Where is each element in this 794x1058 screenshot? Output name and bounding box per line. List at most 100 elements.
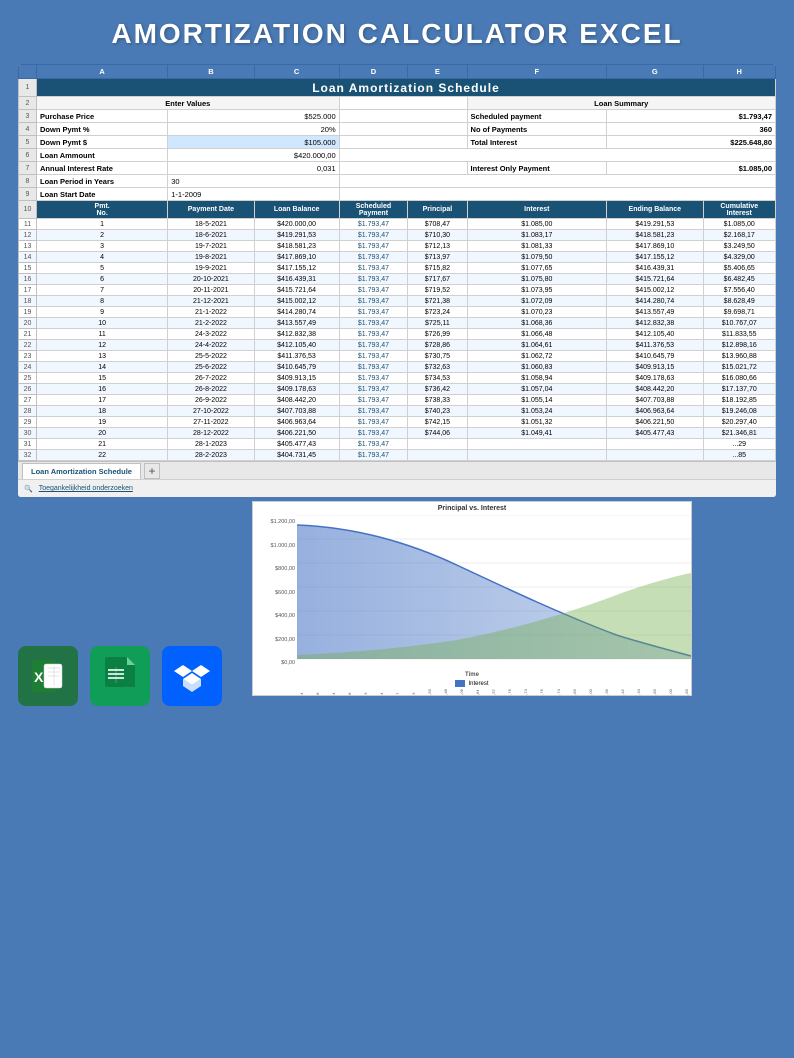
cell-32-4 [408, 450, 467, 461]
cell-30-4: $744,06 [408, 428, 467, 439]
excel-icon[interactable]: X [18, 646, 78, 706]
value-start-date[interactable]: 1-1-2009 [168, 188, 339, 201]
cell-14-3: $1.793,47 [339, 252, 408, 263]
cell-24-7: $15.021,72 [703, 362, 776, 373]
cell-16-5: $1.075,80 [467, 274, 607, 285]
value-purchase-price[interactable]: $525.000 [168, 110, 339, 123]
cell-15-1: 19-9-2021 [168, 263, 254, 274]
label-down-pct: Down Pymt % [37, 123, 168, 136]
row-num-28: 28 [19, 406, 37, 417]
row-4: 4 [19, 123, 37, 136]
cell-30-3: $1.793,47 [339, 428, 408, 439]
cell-11-0: 1 [37, 219, 168, 230]
cell-22-7: $12.898,16 [703, 340, 776, 351]
cell-11-3: $1.793,47 [339, 219, 408, 230]
cell-14-7: $4.329,00 [703, 252, 776, 263]
col-header-b[interactable]: B [168, 65, 254, 79]
cell-27-2: $408.442,20 [254, 395, 339, 406]
accessibility-text[interactable]: 🔍 [24, 485, 33, 493]
row-num-17: 17 [19, 285, 37, 296]
label-num-payments: No of Payments [467, 123, 607, 136]
chart-title: Principal vs. Interest [253, 502, 691, 515]
col-header-c[interactable]: C [254, 65, 339, 79]
accessibility-label[interactable]: Toegankelijkheid onderzoeken [39, 485, 133, 492]
cell-23-0: 13 [37, 351, 168, 362]
cell-11-2: $420.000,00 [254, 219, 339, 230]
cell-20-5: $1.068,36 [467, 318, 607, 329]
cell-21-2: $412.832,38 [254, 329, 339, 340]
table-row: 211124-3-2022$412.832,38$1.793,47$726,99… [19, 329, 776, 340]
value-loan-amount[interactable]: $420.000,00 [168, 149, 339, 162]
cell-13-0: 3 [37, 241, 168, 252]
google-sheets-icon[interactable] [90, 646, 150, 706]
tab-bar: Loan Amortization Schedule + [18, 461, 776, 479]
table-row: 291927-11-2022$406.963,64$1.793,47$742,1… [19, 417, 776, 428]
row-5: 5 [19, 136, 37, 149]
row-1: 1 [19, 79, 37, 97]
cell-11-6: $419.291,53 [607, 219, 703, 230]
tab-add-button[interactable]: + [144, 463, 160, 479]
loan-summary-header: Loan Summary [467, 97, 775, 110]
col-header-a[interactable]: A [37, 65, 168, 79]
value-down-pct[interactable]: 20% [168, 123, 339, 136]
cell-28-2: $407.703,88 [254, 406, 339, 417]
row-9: 9 [19, 188, 37, 201]
row-num-13: 13 [19, 241, 37, 252]
cell-17-1: 20-11-2021 [168, 285, 254, 296]
table-row: 12218-6-2021$419.291,53$1.793,47$710,30$… [19, 230, 776, 241]
tab-loan-amortization[interactable]: Loan Amortization Schedule [22, 463, 141, 479]
cell-24-6: $409.913,15 [607, 362, 703, 373]
value-loan-period[interactable]: 30 [168, 175, 339, 188]
cell-11-4: $708,47 [408, 219, 467, 230]
y-label-0: $0,00 [255, 660, 295, 666]
col-header-h[interactable]: H [703, 65, 776, 79]
row-num-12: 12 [19, 230, 37, 241]
row-num-23: 23 [19, 351, 37, 362]
cell-20-1: 21-2-2022 [168, 318, 254, 329]
cell-26-0: 16 [37, 384, 168, 395]
cell-26-4: $736,42 [408, 384, 467, 395]
cell-24-0: 14 [37, 362, 168, 373]
cell-12-0: 2 [37, 230, 168, 241]
table-row: 221224-4-2022$412.105,40$1.793,47$728,86… [19, 340, 776, 351]
cell-11-1: 18-5-2021 [168, 219, 254, 230]
cell-20-6: $412.832,38 [607, 318, 703, 329]
col-header-f[interactable]: F [467, 65, 607, 79]
cell-27-3: $1.793,47 [339, 395, 408, 406]
cell-30-7: $21.346,81 [703, 428, 776, 439]
col-header-d[interactable]: D [339, 65, 408, 79]
table-row: 241425-6-2022$410.645,79$1.793,47$732,63… [19, 362, 776, 373]
row-num-21: 21 [19, 329, 37, 340]
cell-22-5: $1.064,61 [467, 340, 607, 351]
table-row: 19921-1-2022$414.280,74$1.793,47$723,24$… [19, 307, 776, 318]
cell-17-4: $719,52 [408, 285, 467, 296]
value-down-dollar[interactable]: $105.000 [168, 136, 339, 149]
cell-18-7: $8.628,49 [703, 296, 776, 307]
cell-28-3: $1.793,47 [339, 406, 408, 417]
cell-27-0: 17 [37, 395, 168, 406]
y-label-1000: $1.000,00 [255, 543, 295, 549]
cell-13-1: 19-7-2021 [168, 241, 254, 252]
row-num-19: 19 [19, 307, 37, 318]
cell-28-6: $406.963,64 [607, 406, 703, 417]
cell-27-5: $1.055,14 [467, 395, 607, 406]
dropbox-icon[interactable] [162, 646, 222, 706]
row-num-27: 27 [19, 395, 37, 406]
cell-27-6: $407.703,88 [607, 395, 703, 406]
col-header-e[interactable]: E [408, 65, 467, 79]
cell-14-0: 4 [37, 252, 168, 263]
label-interest-only: Interest Only Payment [467, 162, 607, 175]
cell-21-3: $1.793,47 [339, 329, 408, 340]
svg-text:X: X [34, 669, 44, 685]
cell-21-0: 11 [37, 329, 168, 340]
cell-24-5: $1.060,83 [467, 362, 607, 373]
cell-11-5: $1.085,00 [467, 219, 607, 230]
cell-14-6: $417.155,12 [607, 252, 703, 263]
cell-19-1: 21-1-2022 [168, 307, 254, 318]
cell-18-3: $1.793,47 [339, 296, 408, 307]
label-loan-amount: Loan Ammount [37, 149, 168, 162]
cell-20-4: $725,11 [408, 318, 467, 329]
value-annual-rate[interactable]: 0,031 [168, 162, 339, 175]
cell-26-5: $1.057,04 [467, 384, 607, 395]
col-header-g[interactable]: G [607, 65, 703, 79]
